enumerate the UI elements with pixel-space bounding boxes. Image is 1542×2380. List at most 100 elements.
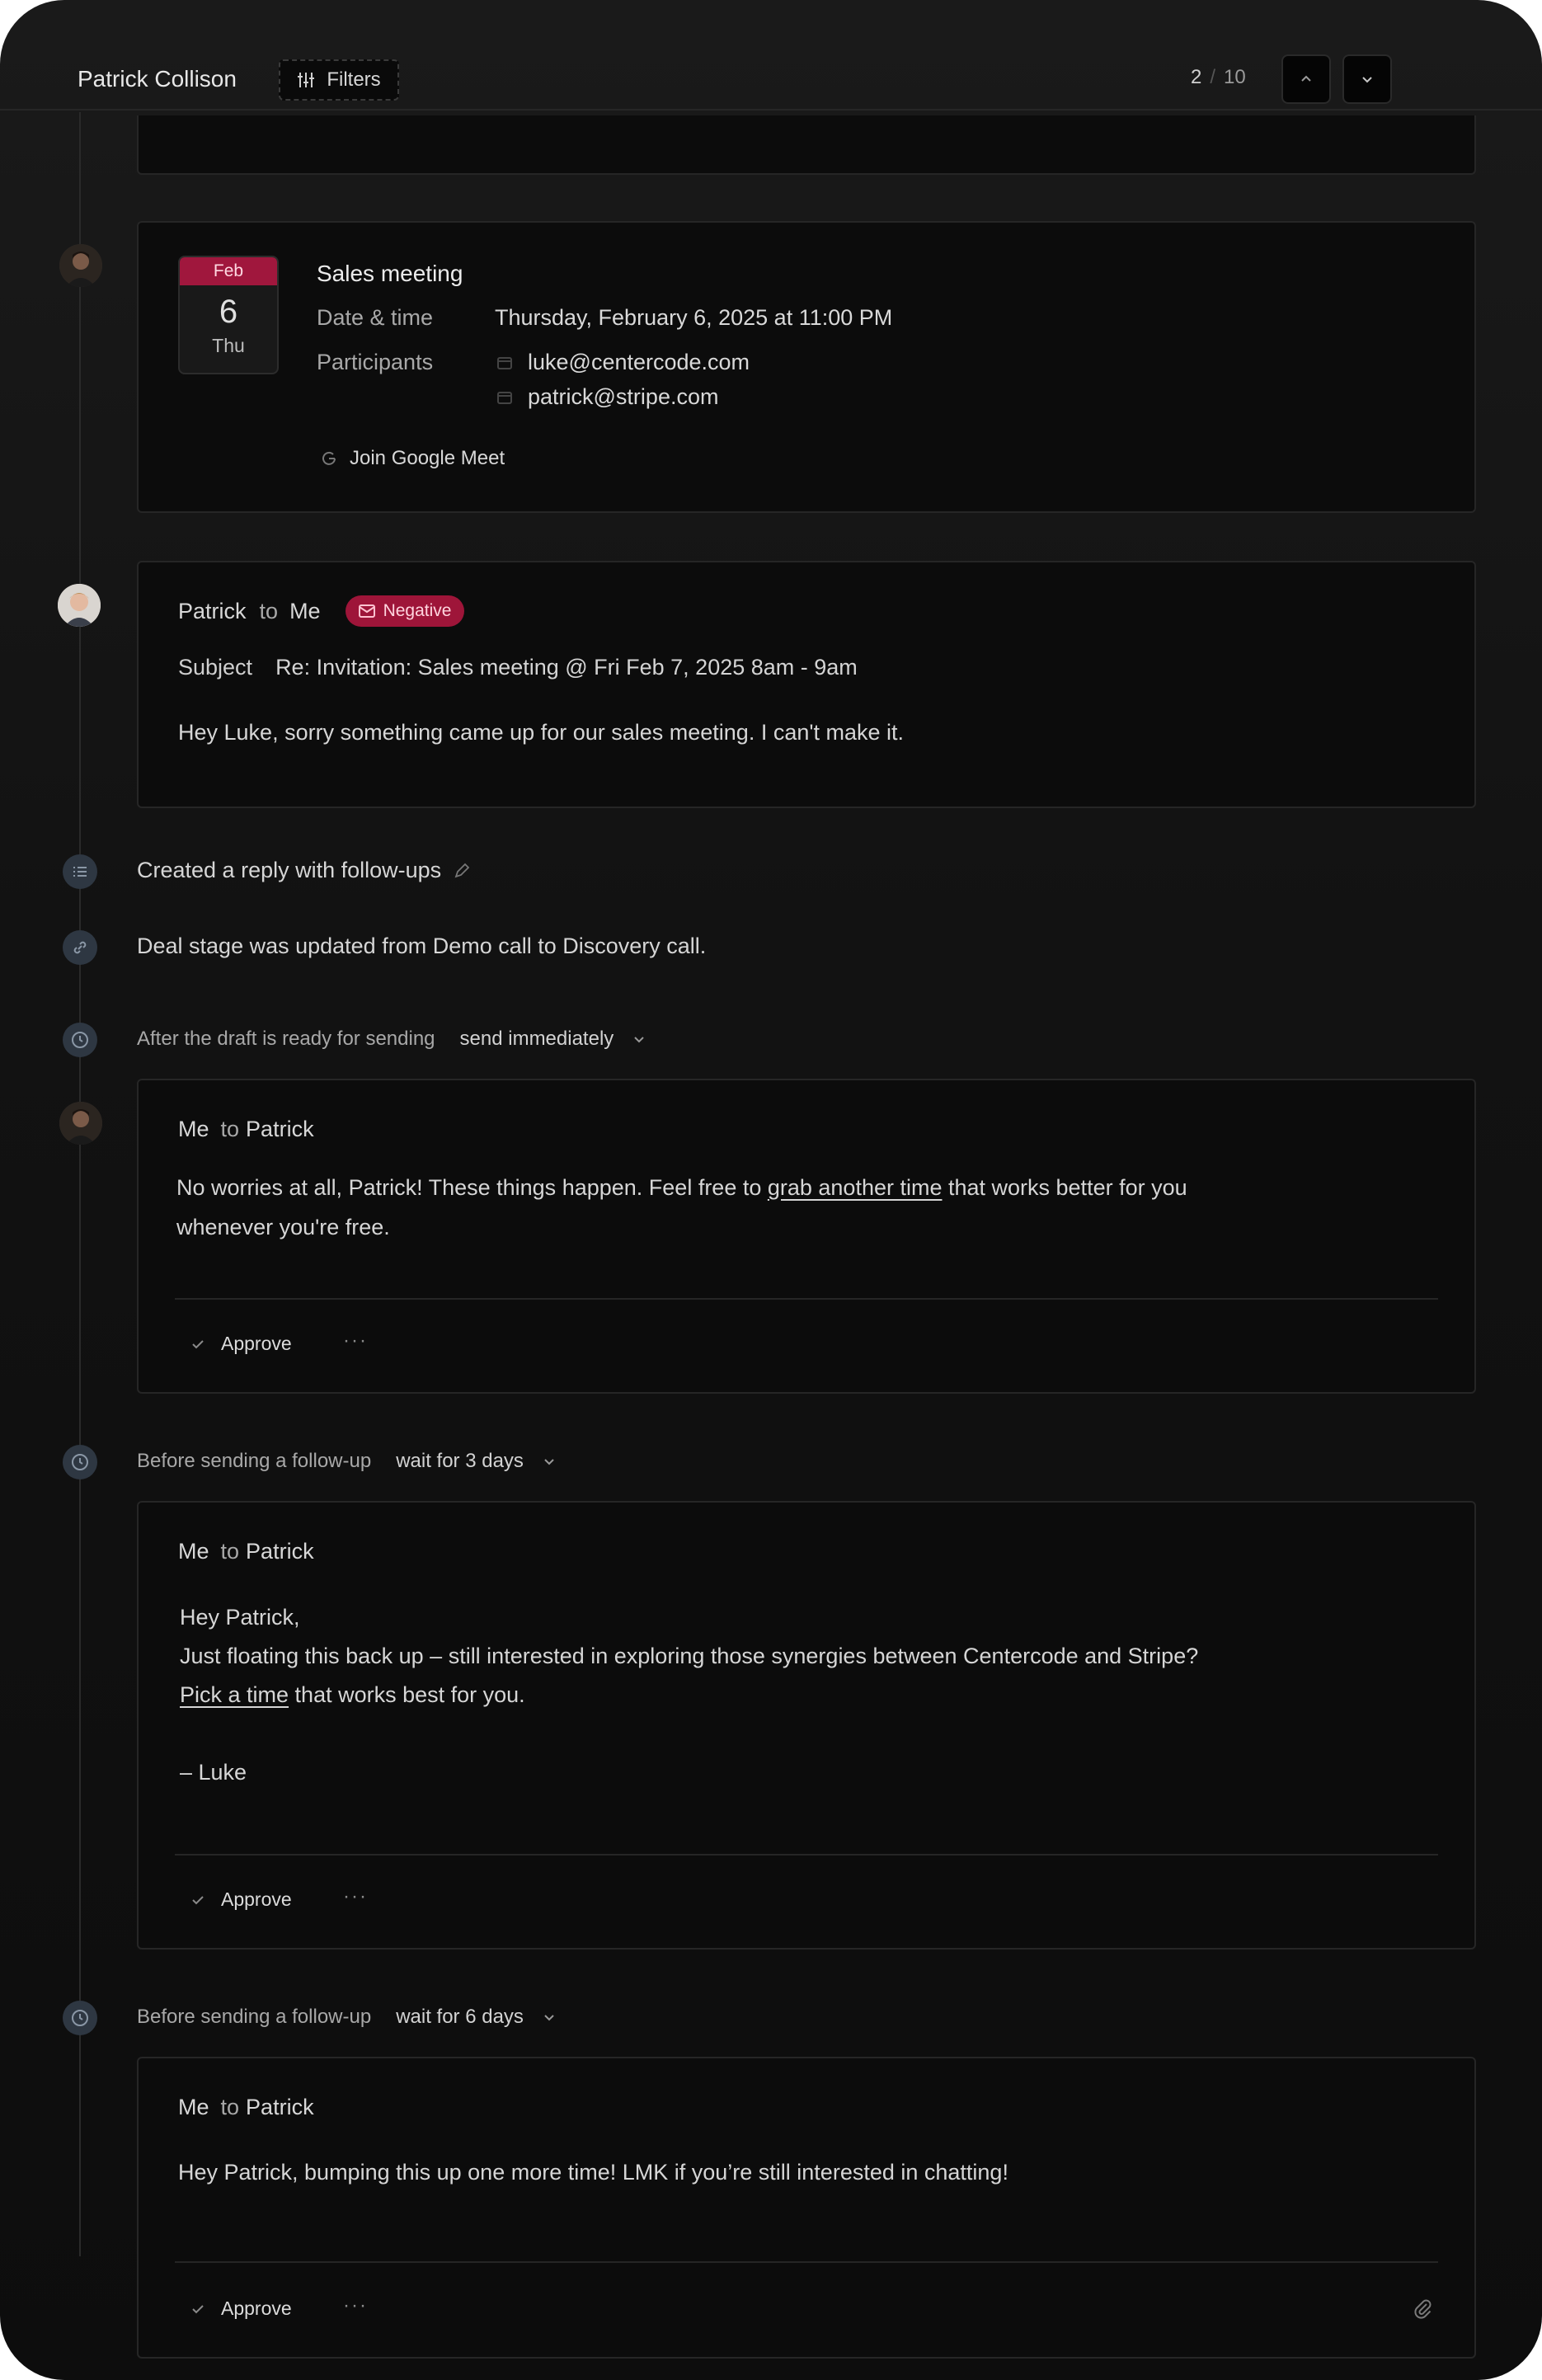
clock-icon xyxy=(63,1023,97,1057)
email-header: Me to Patrick xyxy=(178,1117,314,1142)
activity-deal-stage: Deal stage was updated from Demo call to… xyxy=(137,934,706,959)
calendar-icon xyxy=(497,391,512,404)
contact-name: Patrick Collison xyxy=(78,66,237,92)
calendar-day: 6 xyxy=(219,294,238,330)
avatar-me xyxy=(59,1102,102,1145)
draft-text: that works best for you. xyxy=(289,1682,525,1707)
approve-label: Approve xyxy=(221,1333,292,1354)
draft-line: Pick a time that works best for you. xyxy=(180,1676,1198,1714)
avatar-me xyxy=(59,244,102,287)
sliders-icon xyxy=(298,73,315,87)
email-recipient: Patrick xyxy=(246,2095,314,2119)
more-options-button[interactable]: ··· xyxy=(343,1885,368,1908)
email-header: Me to Patrick xyxy=(178,1539,314,1564)
chevron-down-icon xyxy=(544,2015,554,2021)
draft-line xyxy=(180,1714,1198,1753)
rule-value: wait for 3 days xyxy=(396,1450,524,1472)
pager-total: 10 xyxy=(1224,66,1246,88)
draft-card: Me to Patrick Hey Patrick, bumping this … xyxy=(137,2057,1476,2359)
date-time-label: Date & time xyxy=(317,305,434,330)
email-recipient: Patrick xyxy=(246,1539,314,1564)
follow-up-rule: Before sending a follow-up wait for 3 da… xyxy=(137,1450,557,1473)
email-body: Hey Luke, sorry something came up for ou… xyxy=(178,720,905,745)
participant-item: luke@centercode.com xyxy=(496,350,750,375)
to-label: to xyxy=(220,1539,240,1564)
mail-icon xyxy=(358,604,375,618)
pager-current: 2 xyxy=(1191,66,1202,88)
app-window: Patrick Collison Filters 2/10 Feb 6 Thu … xyxy=(0,0,1542,2380)
rule-select[interactable]: send immediately xyxy=(460,1028,647,1051)
clock-icon xyxy=(63,1445,97,1479)
email-sender: Me xyxy=(178,2095,209,2119)
activity-text: Created a reply with follow-ups xyxy=(137,858,442,882)
draft-line: Just floating this back up – still inter… xyxy=(180,1644,1199,1668)
divider xyxy=(175,2261,1438,2263)
calendar-badge: Feb 6 Thu xyxy=(178,256,279,374)
more-options-button[interactable]: ··· xyxy=(343,1329,368,1352)
rule-select[interactable]: wait for 6 days xyxy=(396,2006,557,2029)
pick-a-time-link[interactable]: Pick a time xyxy=(180,1682,289,1707)
email-sender: Me xyxy=(178,1117,209,1141)
header: Patrick Collison Filters 2 / 10 xyxy=(0,0,1542,111)
activity-text: Deal stage was updated from Demo call to… xyxy=(137,934,707,958)
draft-line: Hey Patrick, bumping this up one more ti… xyxy=(178,2160,1008,2185)
to-label: to xyxy=(220,2095,240,2119)
email-recipient: Patrick xyxy=(246,1117,314,1141)
draft-text: No worries at all, Patrick! These things… xyxy=(176,1175,768,1200)
calendar-icon xyxy=(497,356,512,369)
chevron-down-icon xyxy=(1362,77,1372,83)
check-icon xyxy=(192,2304,204,2313)
approve-button[interactable]: Approve xyxy=(190,1333,292,1355)
draft-body[interactable]: No worries at all, Patrick! These things… xyxy=(176,1168,1187,1247)
participant-item: patrick@stripe.com xyxy=(496,384,718,410)
draft-text: that works better for you xyxy=(942,1175,1187,1200)
pager-separator: / xyxy=(1210,66,1216,88)
chevron-up-icon xyxy=(1301,75,1311,82)
edit-icon[interactable] xyxy=(453,862,471,880)
participants-label: Participants xyxy=(317,350,434,374)
check-icon xyxy=(192,1339,204,1348)
to-label: to xyxy=(259,598,279,623)
email-header: Patrick to Me Negative xyxy=(178,595,465,627)
chevron-down-icon xyxy=(634,1037,644,1043)
draft-line: No worries at all, Patrick! These things… xyxy=(176,1168,1187,1207)
previous-card xyxy=(137,115,1476,175)
participant-email: luke@centercode.com xyxy=(528,350,750,374)
rule-label: Before sending a follow-up xyxy=(137,1450,372,1472)
draft-body[interactable]: Hey Patrick, Just floating this back up … xyxy=(180,1598,1198,1792)
incoming-email-card: Patrick to Me Negative Subject Re: Invit… xyxy=(137,561,1476,808)
previous-button[interactable] xyxy=(1281,54,1331,104)
link-icon xyxy=(63,930,97,965)
draft-body[interactable]: Hey Patrick, bumping this up one more ti… xyxy=(178,2152,1008,2192)
rule-value: wait for 6 days xyxy=(396,2006,524,2028)
activity-reply-created: Created a reply with follow-ups xyxy=(137,858,471,883)
rule-label: After the draft is ready for sending xyxy=(137,1028,435,1050)
subject-label: Subject xyxy=(178,655,253,680)
chevron-down-icon xyxy=(544,1459,554,1465)
email-recipient: Me xyxy=(289,598,321,623)
rule-select[interactable]: wait for 3 days xyxy=(396,1450,557,1473)
grab-another-time-link[interactable]: grab another time xyxy=(768,1175,943,1200)
date-time-value: Thursday, February 6, 2025 at 11:00 PM xyxy=(495,305,893,330)
more-options-button[interactable]: ··· xyxy=(343,2294,368,2317)
draft-line: – Luke xyxy=(180,1760,247,1785)
to-label: to xyxy=(220,1117,240,1141)
sentiment-badge: Negative xyxy=(345,595,465,627)
approve-button[interactable]: Approve xyxy=(190,1888,292,1911)
paperclip-icon[interactable] xyxy=(1412,2298,1433,2319)
approve-label: Approve xyxy=(221,1888,292,1910)
join-google-meet-link[interactable]: Join Google Meet xyxy=(320,447,505,470)
avatar-patrick xyxy=(58,584,101,627)
email-sender: Patrick xyxy=(178,598,247,623)
filters-button[interactable]: Filters xyxy=(279,59,399,101)
follow-up-rule: Before sending a follow-up wait for 6 da… xyxy=(137,2006,557,2029)
subject-row: Subject Re: Invitation: Sales meeting @ … xyxy=(178,655,858,680)
divider xyxy=(175,1298,1438,1300)
timeline-line xyxy=(79,112,81,2256)
send-rule: After the draft is ready for sending sen… xyxy=(137,1028,646,1051)
next-button[interactable] xyxy=(1342,54,1392,104)
sentiment-label: Negative xyxy=(383,601,452,620)
approve-button[interactable]: Approve xyxy=(190,2298,292,2320)
draft-line: Hey Patrick, xyxy=(180,1605,300,1630)
draft-card: Me to Patrick Hey Patrick, Just floating… xyxy=(137,1501,1476,1950)
